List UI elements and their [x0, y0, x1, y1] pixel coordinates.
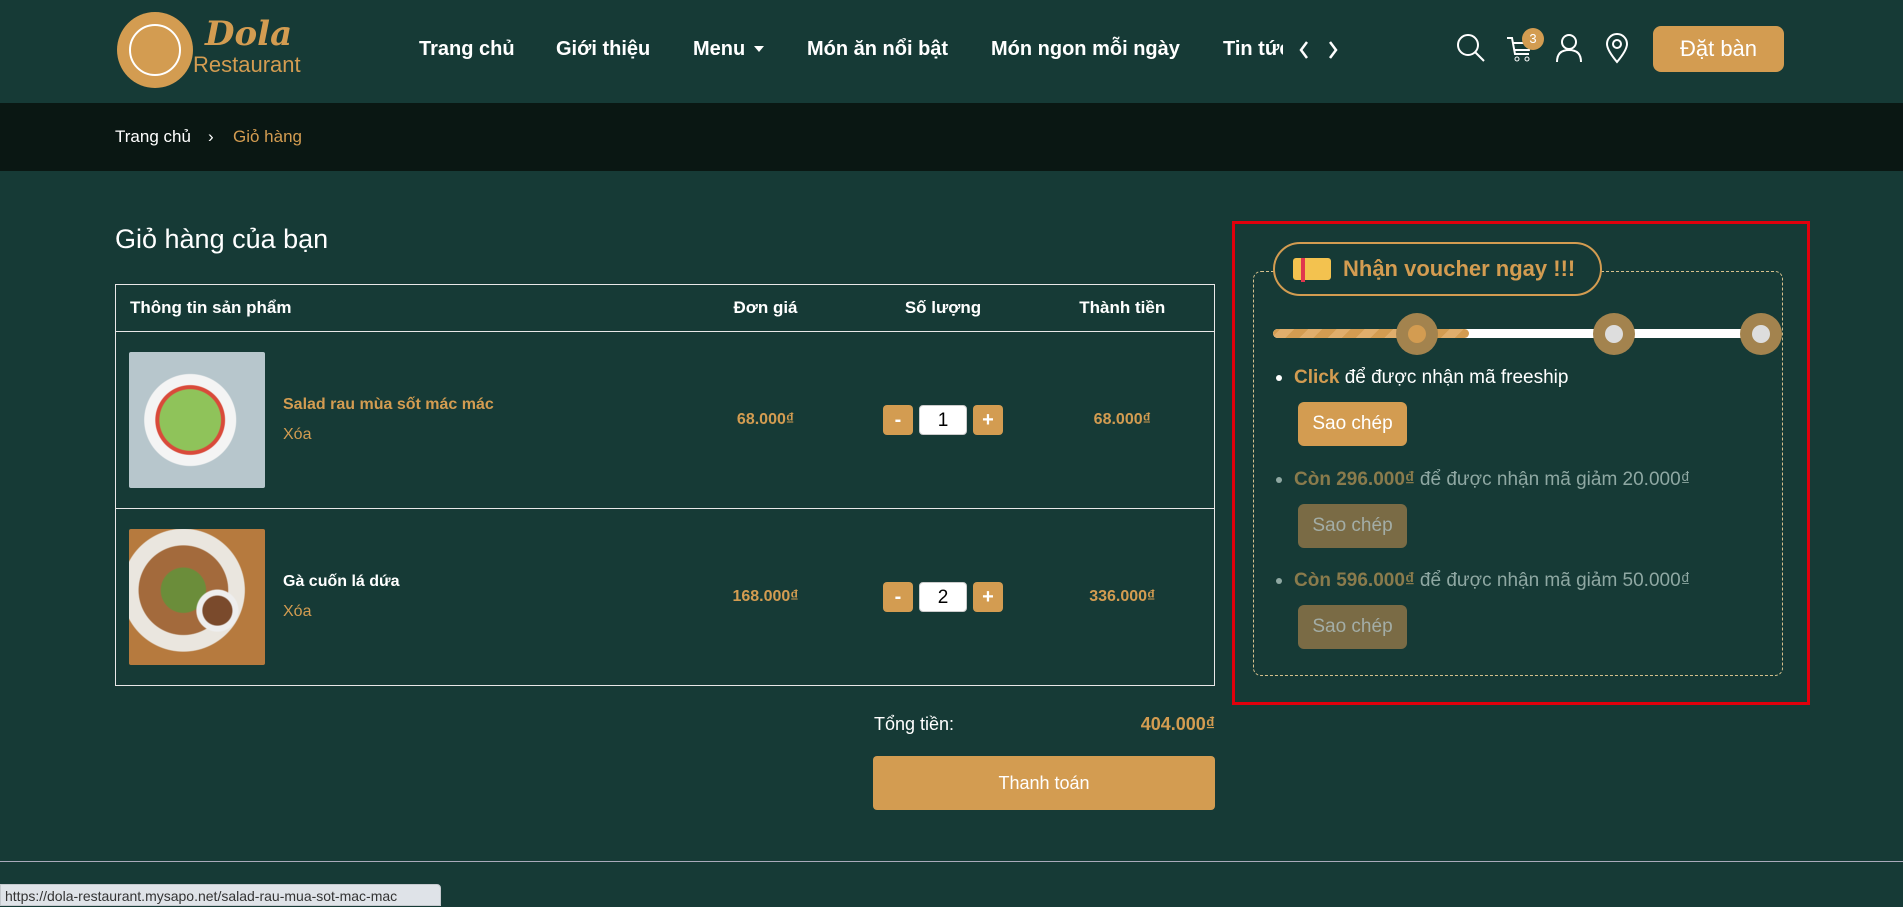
status-bar-url: https://dola-restaurant.mysapo.net/salad… — [0, 884, 441, 906]
progress-step-3 — [1740, 313, 1782, 355]
cart-count-badge: 3 — [1522, 28, 1544, 50]
table-row: Salad rau mùa sốt mác mác Xóa 68.000₫ -1 +… — [115, 331, 1215, 509]
page-title: Giỏ hàng của bạn — [115, 224, 329, 254]
unit-price: 168.000₫ — [675, 508, 856, 686]
product-name[interactable]: Gà cuốn lá dứa — [283, 573, 400, 591]
chevron-right-icon[interactable] — [1327, 40, 1339, 60]
user-icon[interactable] — [1553, 32, 1585, 64]
search-icon[interactable] — [1455, 32, 1487, 64]
quantity-input[interactable]: 1 — [919, 405, 967, 435]
voucher-item: Còn 296.000₫ để được nhận mã giảm 20.000… — [1276, 469, 1690, 491]
col-qty: Số lượng — [855, 284, 1031, 332]
voucher-title: Nhận voucher ngay !!! — [1273, 242, 1602, 296]
nav-featured[interactable]: Món ăn nổi bật — [807, 38, 948, 61]
col-price: Đơn giá — [675, 284, 856, 332]
product-image[interactable] — [129, 352, 265, 488]
breadcrumb-current: Giỏ hàng — [233, 127, 302, 146]
book-table-button[interactable]: Đặt bàn — [1653, 26, 1784, 72]
total-value: 404.000₫ — [1140, 714, 1215, 734]
checkout-button[interactable]: Thanh toán — [873, 756, 1215, 810]
table-row: Gà cuốn lá dứa Xóa 168.000₫ -2 + 336.000₫ — [115, 508, 1215, 686]
nav-about[interactable]: Giới thiệu — [556, 38, 650, 61]
product-name[interactable]: Salad rau mùa sốt mác mác — [283, 396, 494, 414]
nav-daily[interactable]: Món ngon mỗi ngày — [991, 38, 1180, 61]
quantity-stepper: -1 + — [883, 405, 1003, 435]
decrease-button[interactable]: - — [883, 582, 913, 612]
chevron-left-icon[interactable] — [1298, 40, 1310, 60]
quantity-input[interactable]: 2 — [919, 582, 967, 612]
line-total: 336.000₫ — [1030, 508, 1215, 686]
location-pin-icon[interactable] — [1601, 32, 1633, 64]
breadcrumb-separator-icon: › — [208, 127, 214, 146]
copy-button-disabled[interactable]: Sao chép — [1298, 605, 1407, 649]
copy-button[interactable]: Sao chép — [1298, 402, 1407, 446]
line-total: 68.000₫ — [1030, 331, 1215, 509]
total-label: Tổng tiền: — [874, 714, 955, 734]
breadcrumb-home[interactable]: Trang chủ — [115, 127, 191, 147]
remove-link[interactable]: Xóa — [283, 426, 311, 443]
increase-button[interactable]: + — [973, 405, 1003, 435]
quantity-stepper: -2 + — [883, 582, 1003, 612]
increase-button[interactable]: + — [973, 582, 1003, 612]
nav-menu[interactable]: Menu — [693, 38, 745, 61]
copy-button-disabled[interactable]: Sao chép — [1298, 504, 1407, 548]
unit-price: 68.000₫ — [675, 331, 856, 509]
progress-step-2 — [1593, 313, 1635, 355]
site-header: Dola Restaurant Trang chủ Giới thiệu Men… — [0, 0, 1903, 103]
voucher-progress-fill — [1273, 329, 1470, 338]
nav-news[interactable]: Tin tức — [1223, 38, 1283, 61]
progress-step-1 — [1396, 313, 1438, 355]
col-product: Thông tin sản phẩm — [115, 284, 676, 332]
chevron-down-icon — [754, 46, 764, 57]
footer-divider — [0, 861, 1903, 862]
voucher-icon — [1293, 258, 1331, 282]
product-image[interactable] — [129, 529, 265, 665]
remove-link[interactable]: Xóa — [283, 603, 311, 620]
nav-home[interactable]: Trang chủ — [419, 38, 515, 61]
logo[interactable]: Dola Restaurant — [117, 12, 301, 90]
voucher-item: Click để được nhận mã freeship — [1276, 367, 1568, 389]
voucher-item: Còn 596.000₫ để được nhận mã giảm 50.000… — [1276, 570, 1690, 592]
cart-table: Thông tin sản phẩm Đơn giá Số lượng Thàn… — [115, 284, 1215, 686]
col-total: Thành tiền — [1030, 284, 1215, 332]
decrease-button[interactable]: - — [883, 405, 913, 435]
